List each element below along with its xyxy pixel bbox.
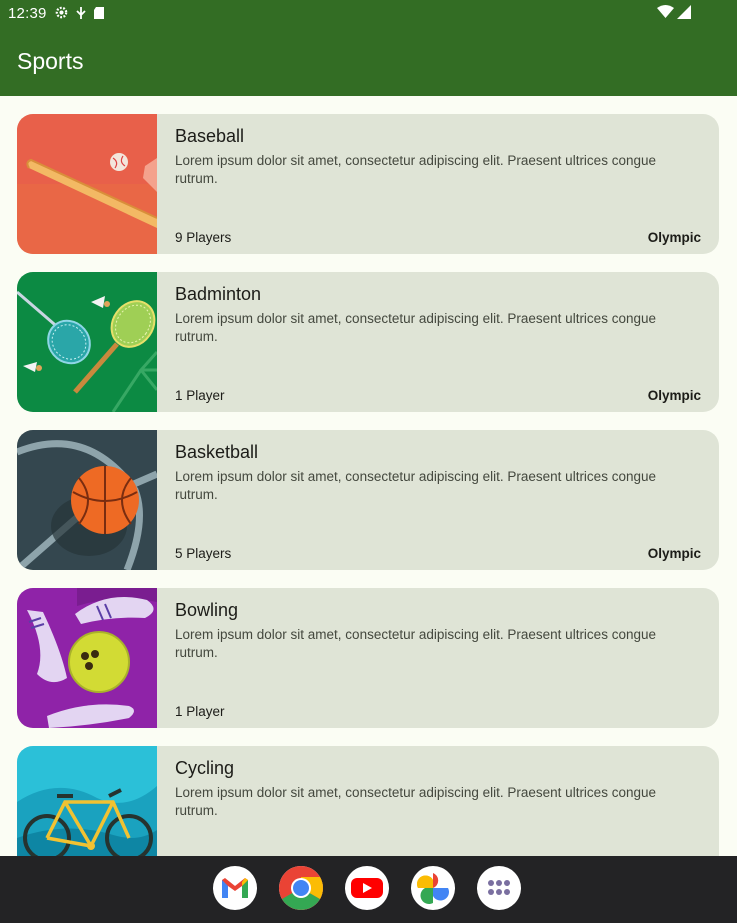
sport-card[interactable]: Baseball Lorem ipsum dolor sit amet, con… xyxy=(17,114,719,254)
app-bar: Sports xyxy=(0,28,737,96)
sport-card[interactable]: Bowling Lorem ipsum dolor sit amet, cons… xyxy=(17,588,719,728)
sport-name: Badminton xyxy=(175,284,262,304)
page-title: Sports xyxy=(17,48,84,74)
sport-name: Baseball xyxy=(175,126,245,146)
sport-players: 1 Player xyxy=(175,704,225,719)
olympic-label: Olympic xyxy=(647,230,701,245)
app-dock xyxy=(213,866,521,910)
sport-players: 9 Players xyxy=(175,230,232,245)
wifi-icon xyxy=(657,5,674,18)
sport-name: Bowling xyxy=(175,600,239,620)
sport-name: Cycling xyxy=(175,758,235,778)
sport-card[interactable]: Basketball Lorem ipsum dolor sit amet, c… xyxy=(17,430,719,570)
chrome-icon[interactable] xyxy=(279,866,323,910)
cell-signal-icon xyxy=(677,5,691,19)
usb-debug-icon xyxy=(76,6,86,19)
sport-description: Lorem ipsum dolor sit amet, consectetur … xyxy=(175,311,656,344)
status-right-icons xyxy=(657,5,691,19)
sport-players: 1 Player xyxy=(175,388,225,403)
status-left-icons xyxy=(54,5,105,20)
sport-card[interactable]: Badminton Lorem ipsum dolor sit amet, co… xyxy=(17,272,719,412)
basketball-image xyxy=(17,430,157,570)
bowling-image xyxy=(17,588,157,728)
sport-players: 5 Players xyxy=(175,546,232,561)
baseball-image xyxy=(17,114,157,254)
sport-description: Lorem ipsum dolor sit amet, consectetur … xyxy=(175,785,656,818)
navigation-bar xyxy=(0,856,737,923)
sport-description: Lorem ipsum dolor sit amet, consectetur … xyxy=(175,153,656,186)
sport-description: Lorem ipsum dolor sit amet, consectetur … xyxy=(175,627,656,660)
gmail-icon[interactable] xyxy=(213,866,257,910)
badminton-image xyxy=(17,272,157,412)
settings-icon xyxy=(55,6,68,19)
sport-name: Basketball xyxy=(175,442,259,462)
sport-description: Lorem ipsum dolor sit amet, consectetur … xyxy=(175,469,656,502)
app-drawer-icon[interactable] xyxy=(477,866,521,910)
photos-icon[interactable] xyxy=(411,866,455,910)
olympic-label: Olympic xyxy=(647,546,701,561)
status-bar: 12:39 xyxy=(0,0,737,28)
sd-card-icon xyxy=(94,6,104,19)
status-time: 12:39 xyxy=(8,5,47,22)
olympic-label: Olympic xyxy=(647,388,701,403)
youtube-icon[interactable] xyxy=(345,866,389,910)
